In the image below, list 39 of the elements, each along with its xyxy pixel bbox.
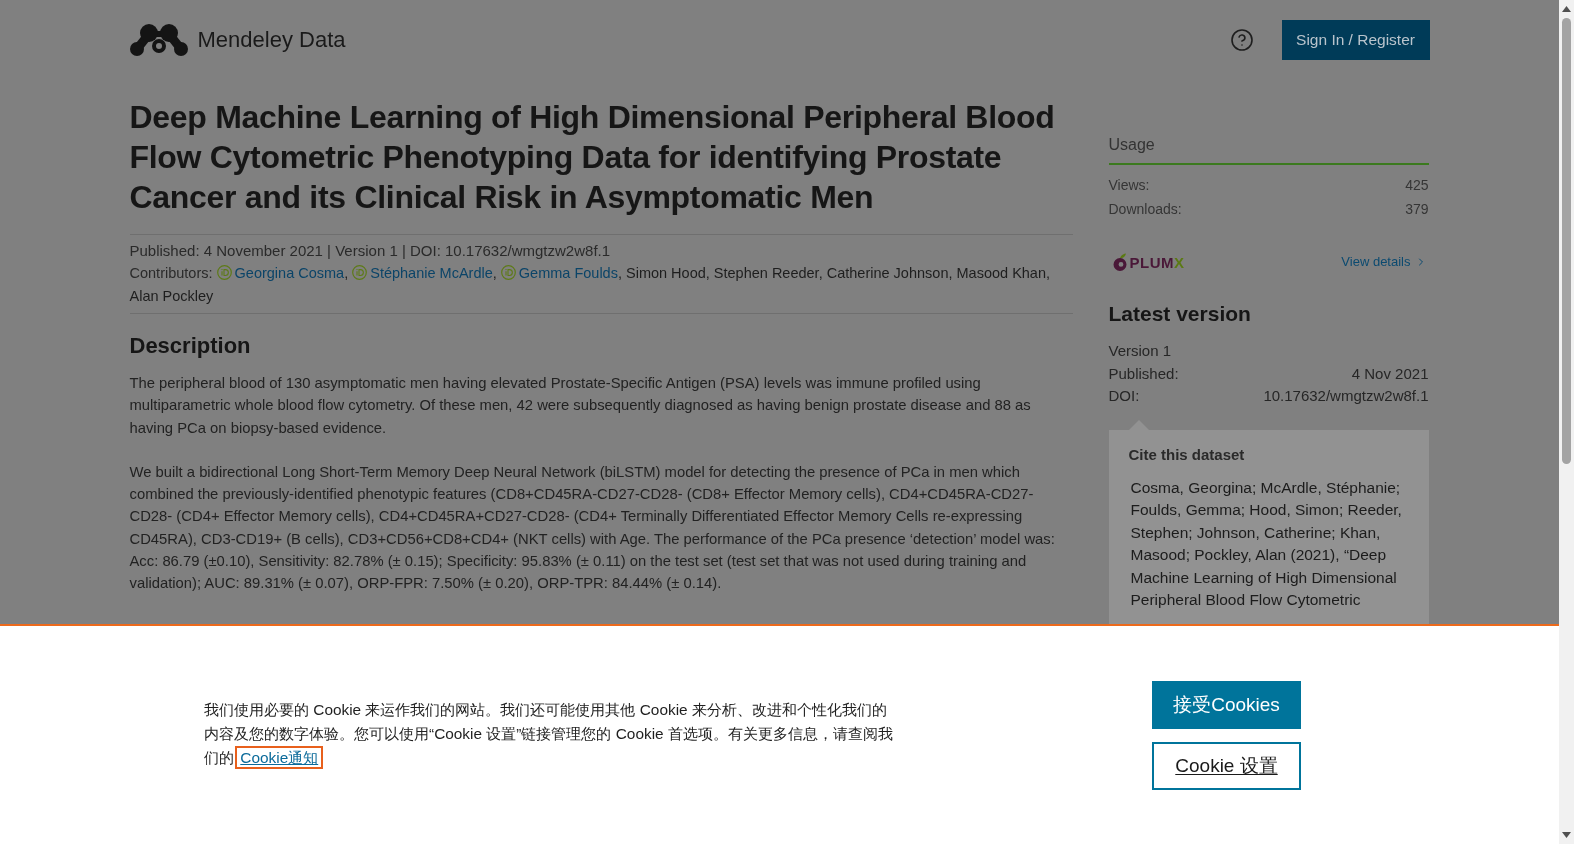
contributor-name: Catherine Johnson [826,265,949,281]
contributor-name: Alan Pockley [129,287,214,304]
cookie-settings-button[interactable]: Cookie 设置 [1152,742,1301,790]
plum-icon [1111,253,1128,271]
version-field-label: DOI: [1108,386,1140,406]
version-field-value: 4 Nov 2021 [1351,363,1429,384]
usage-heading: Usage [1108,133,1429,165]
contributor-name: Simon Hood [626,265,706,281]
stat-label: Views: [1108,176,1150,195]
citation-text: Cosma, Georgina; McArdle, Stéphanie; Foulds, Gemma; Hood, Simon; Reeder, Stephen; Johnson, Catherine; Khan, Masood; Pockley, Alan (2021), “Deep Machine Learning of High Dimensional Peripheral Blood Flow Cytometric [1129,477,1403,610]
contributor-link[interactable]: Stéphanie McArdle [370,265,493,281]
scroll-up-icon[interactable] [1562,6,1571,12]
sign-in-button[interactable]: Sign In / Register [1281,20,1430,60]
scrollbar[interactable] [1559,0,1574,844]
cookie-notice-text: 我们使用必要的 Cookie 来运作我们的网站。我们还可能使用其他 Cookie 来分析、改进和个性化我们的内容及您的数字体验。您可以使用“Cookie 设置”链接管理您的 Cookie 首选项。有关更多信息，请查阅我们的 Cookie通知 [204,698,901,770]
description-paragraph: We built a bidirectional Long Short-Term Memory Deep Neural Network (biLSTM) model for detecting the presence of PCa in men which combined the previously-identified phenotypic features (CD8+CD45RA-CD27-CD28- (CD8+ Effector Memory cells), CD4+CD45RA-CD27-CD28- (CD4+ Effector Memory cells), CD4+CD45RA+CD27-CD28- (CD4+ Terminally Differentiated Effector Memory Cells re-expressing CD45RA), CD3-CD19+ (B cells), CD3+CD56+CD8+CD4+ (NKT cells) with Age. The performance of the PCa presence ‘detection’ model was: Acc: 86.79 (±0.10), Sensitivity: 82.78% (± 0.15); Specificity: 95.83% (± 0.11) on the test set (test set that was not used during training and validation); AUC: 89.31% (± 0.07), ORP-FPR: 7.50% (± 0.20), ORP-TPR: 84.44% (± 0.14). [129,462,1056,594]
scroll-down-icon[interactable] [1562,832,1571,838]
description-heading: Description [129,332,252,360]
contributor-name: Masood Khan [956,265,1046,281]
description-paragraph: The peripheral blood of 130 asymptomatic men having elevated Prostate-Specific Antigen (PSA) levels was immune profiled using multiparametric whole blood flow cytometry. Of these men, 42 were subsequently diagnosed as having benign prostate disease and 88 as having PCa on biopsy-based evidence. [129,374,1032,438]
contributor-name: Stephen Reeder [713,265,819,281]
dataset-title: Deep Machine Learning of High Dimensional Peripheral Blood Flow Cytometric Phenotyping Data for identifying Prostate Cancer and its Clinical Risk in Asymptomatic Men [129,98,1056,217]
plumx-logo-text: PLUMX [1129,254,1185,270]
stat-label: Downloads: [1108,200,1182,219]
stat-value: 379 [1405,200,1429,219]
help-icon[interactable] [1229,28,1254,52]
contributors-list: Contributors: Georgina Cosma, Stéphanie McArdle, Gemma Foulds, Simon Hood, Stephen Reeder, Catherine Johnson, Masood Khan, Alan Pockley [129,262,1073,307]
latest-version-heading: Latest version [1108,301,1252,327]
logo-text: Mendeley Data [197,29,346,51]
logo-icon [129,24,188,56]
cite-heading: Cite this dataset [1128,444,1246,465]
scrollbar-thumb[interactable] [1562,18,1571,464]
cookie-notice-link[interactable]: Cookie通知 [238,749,321,766]
version-field-label: Published: [1108,363,1179,384]
version-label: Version 1 [1108,341,1173,361]
stat-value: 425 [1405,176,1429,195]
version-field-value: 10.17632/wmgtzw2w8f.1 [1263,386,1429,406]
publication-meta: Published: 4 November 2021 | Version 1 | DOI: 10.17632/wmgtzw2w8f.1 [129,241,612,261]
accept-cookies-button[interactable]: 接受Cookies [1152,681,1301,729]
